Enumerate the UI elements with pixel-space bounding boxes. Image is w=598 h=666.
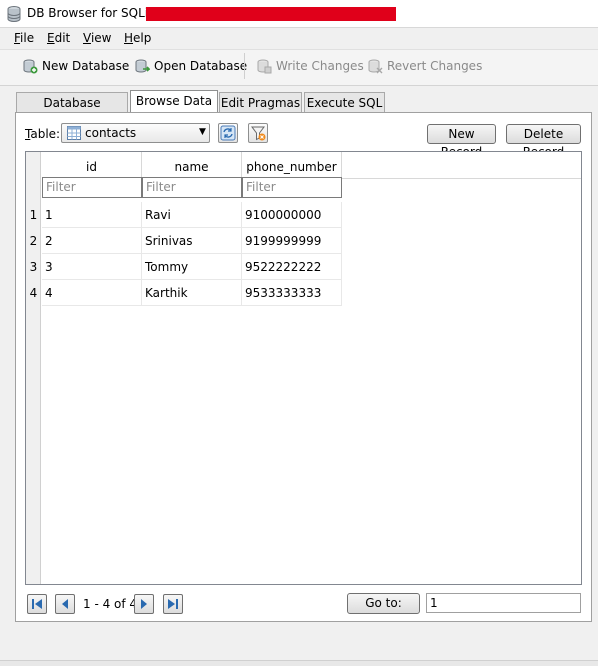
filter-input-phone-number[interactable]: Filter (242, 177, 342, 198)
last-page-icon (168, 599, 178, 609)
open-database-button[interactable]: Open Database (134, 57, 247, 75)
write-changes-button[interactable]: Write Changes (256, 57, 364, 75)
menu-view[interactable]: View (83, 31, 111, 45)
row-number[interactable]: 3 (26, 254, 41, 280)
new-record-button[interactable]: New Record (427, 124, 496, 159)
write-changes-label: Write Changes (276, 59, 364, 73)
window-title: DB Browser for SQLite (27, 6, 161, 20)
column-header-phone-number[interactable]: phone_number (242, 152, 342, 179)
tab-execute-sql[interactable]: Execute SQL (304, 92, 385, 112)
cell-name[interactable]: Ravi (142, 202, 242, 228)
menu-file[interactable]: File (14, 31, 34, 45)
previous-page-icon (62, 599, 68, 609)
cell-phone-number[interactable]: 9199999999 (242, 228, 342, 254)
row-number[interactable]: 1 (26, 202, 41, 228)
tab-edit-pragmas[interactable]: Edit Pragmas (219, 92, 302, 112)
cell-name[interactable]: Srinivas (142, 228, 242, 254)
toolbar-separator (244, 53, 245, 79)
new-database-icon (23, 59, 38, 74)
cell-phone-number[interactable]: 9533333333 (242, 280, 342, 306)
cell-id[interactable]: 4 (42, 280, 142, 306)
redaction-bar (146, 7, 396, 21)
clear-filters-button[interactable] (248, 123, 268, 143)
refresh-icon (220, 125, 236, 141)
previous-page-button[interactable] (55, 594, 75, 614)
last-page-button[interactable] (163, 594, 183, 614)
row-number[interactable]: 2 (26, 228, 41, 254)
new-database-label: New Database (42, 59, 130, 73)
tab-browse-data[interactable]: Browse Data (130, 90, 218, 113)
open-database-icon (135, 59, 150, 73)
table-icon (67, 126, 81, 140)
next-page-button[interactable] (134, 594, 154, 614)
next-page-icon (141, 599, 147, 609)
revert-changes-button[interactable]: Revert Changes (367, 57, 482, 75)
first-page-button[interactable] (27, 594, 47, 614)
revert-changes-icon (368, 59, 383, 74)
filter-input-name[interactable]: Filter (142, 177, 242, 198)
cell-id[interactable]: 1 (42, 202, 142, 228)
revert-changes-label: Revert Changes (387, 59, 483, 73)
table-label: Table: (25, 127, 61, 141)
refresh-button[interactable] (218, 123, 238, 143)
new-database-button[interactable]: New Database (22, 57, 129, 75)
record-range: 1 - 4 of 4 (83, 597, 138, 611)
tab-database-structure[interactable]: Database Structure (16, 92, 128, 130)
menu-edit[interactable]: Edit (47, 31, 70, 45)
filter-input-id[interactable]: Filter (42, 177, 142, 198)
column-header-id[interactable]: id (42, 152, 142, 179)
go-to-button[interactable]: Go to: (347, 593, 420, 614)
menu-help[interactable]: Help (124, 31, 151, 45)
chevron-down-icon: ▼ (199, 127, 206, 137)
delete-record-button[interactable]: Delete Record (506, 124, 581, 159)
write-changes-icon (257, 59, 272, 74)
cell-phone-number[interactable]: 9100000000 (242, 202, 342, 228)
cell-name[interactable]: Tommy (142, 254, 242, 280)
database-icon (7, 6, 21, 22)
cell-id[interactable]: 2 (42, 228, 142, 254)
cell-name[interactable]: Karthik (142, 280, 242, 306)
column-header-filler (342, 152, 581, 179)
go-to-input[interactable]: 1 (426, 593, 581, 613)
open-database-label: Open Database (154, 59, 248, 73)
status-bar (0, 660, 598, 666)
cell-phone-number[interactable]: 9522222222 (242, 254, 342, 280)
first-page-icon (32, 599, 42, 609)
table-select-value: contacts (85, 126, 137, 140)
row-number[interactable]: 4 (26, 280, 41, 306)
filter-clear-icon (251, 126, 266, 141)
cell-id[interactable]: 3 (42, 254, 142, 280)
column-header-name[interactable]: name (142, 152, 242, 179)
